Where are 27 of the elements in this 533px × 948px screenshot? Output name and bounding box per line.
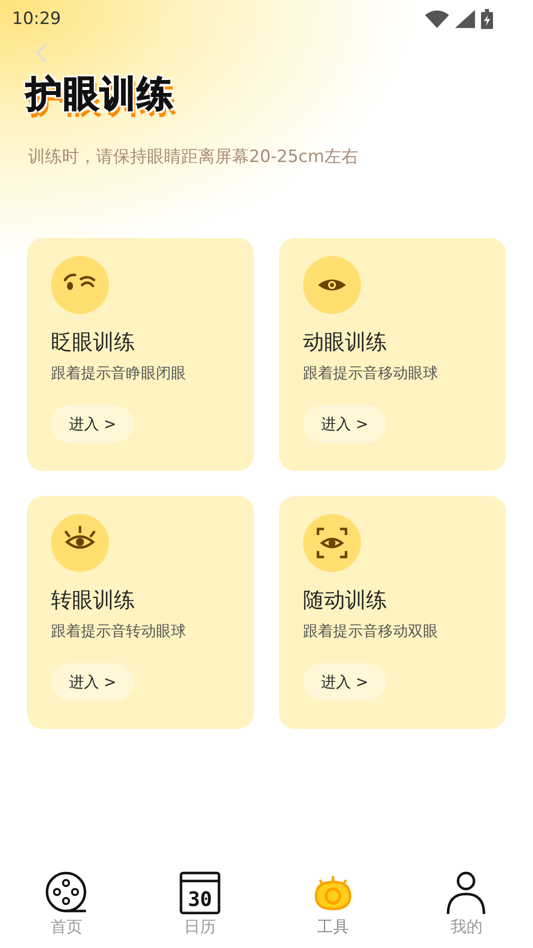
card-description: 跟着提示音移动双眼: [303, 622, 439, 641]
signal-icon: [455, 10, 475, 28]
card-title: 眨眼训练: [51, 329, 136, 356]
enter-button[interactable]: 进入 >: [303, 663, 386, 701]
status-time: 10:29: [12, 9, 61, 29]
battery-icon: [481, 9, 493, 29]
page-subtitle: 训练时，请保持眼睛距离屏幕20-25cm左右: [28, 146, 360, 168]
card-title: 转眼训练: [51, 587, 136, 614]
page-title: 护眼训练: [26, 73, 174, 117]
winking-face-icon: [51, 256, 109, 314]
card-title: 随动训练: [303, 587, 388, 614]
eye-focus-icon: [303, 514, 361, 572]
card-description: 跟着提示音转动眼球: [51, 622, 187, 641]
enter-button[interactable]: 进入 >: [51, 663, 134, 701]
card-title: 动眼训练: [303, 329, 388, 356]
calendar-icon: 30: [178, 871, 222, 915]
wifi-icon: [425, 10, 449, 28]
card-description: 跟着提示音移动眼球: [303, 364, 439, 383]
tab-item[interactable]: 30 日历: [154, 871, 245, 938]
enter-button[interactable]: 进入 >: [303, 405, 386, 443]
eye-lashes-icon: [51, 514, 109, 572]
enter-button[interactable]: 进入 >: [51, 405, 134, 443]
tab-item[interactable]: 工具: [288, 871, 378, 938]
film-reel-icon: [44, 871, 89, 915]
back-icon[interactable]: [34, 42, 48, 64]
card-description: 跟着提示音睁眼闭眼: [51, 364, 187, 383]
eye-icon: [303, 256, 361, 314]
